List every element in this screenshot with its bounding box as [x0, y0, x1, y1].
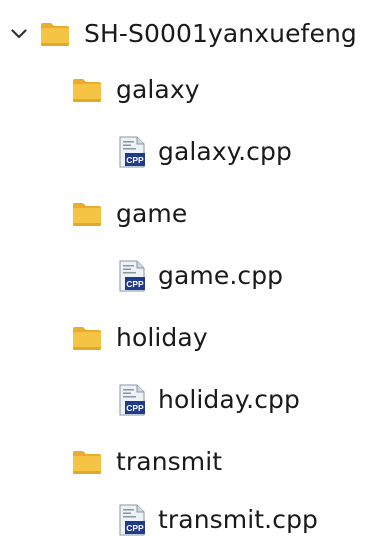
folder-icon — [72, 77, 102, 103]
tree-node-label: transmit.cpp — [158, 505, 319, 534]
tree-node-file-game-cpp[interactable]: game.cpp — [118, 254, 283, 298]
chevron-down-icon[interactable] — [8, 23, 30, 45]
folder-icon — [72, 325, 102, 351]
tree-node-folder-holiday[interactable]: holiday — [72, 316, 208, 360]
tree-node-label: galaxy — [116, 75, 200, 104]
tree-node-label: holiday.cpp — [158, 385, 300, 414]
cpp-file-icon — [118, 384, 146, 416]
tree-node-label: SH-S0001yanxuefeng — [84, 19, 357, 48]
tree-node-file-transmit-cpp[interactable]: transmit.cpp — [118, 498, 318, 536]
cpp-file-icon — [118, 136, 146, 168]
tree-node-file-galaxy-cpp[interactable]: galaxy.cpp — [118, 130, 292, 174]
folder-icon — [72, 449, 102, 475]
cpp-file-icon — [118, 504, 146, 536]
tree-node-folder-transmit[interactable]: transmit — [72, 440, 222, 484]
cpp-file-icon — [118, 260, 146, 292]
tree-node-file-holiday-cpp[interactable]: holiday.cpp — [118, 378, 300, 422]
tree-node-folder-galaxy[interactable]: galaxy — [72, 68, 200, 112]
tree-node-root[interactable]: SH-S0001yanxuefeng — [8, 12, 357, 56]
file-tree: SH-S0001yanxuefeng galaxy galaxy.cpp gam… — [0, 0, 391, 536]
tree-node-label: transmit — [116, 447, 223, 476]
folder-icon — [72, 201, 102, 227]
folder-icon — [40, 21, 70, 47]
tree-node-label: game.cpp — [158, 261, 284, 290]
tree-node-label: galaxy.cpp — [158, 137, 292, 166]
tree-node-label: game — [116, 199, 188, 228]
tree-node-folder-game[interactable]: game — [72, 192, 187, 236]
tree-node-label: holiday — [116, 323, 208, 352]
